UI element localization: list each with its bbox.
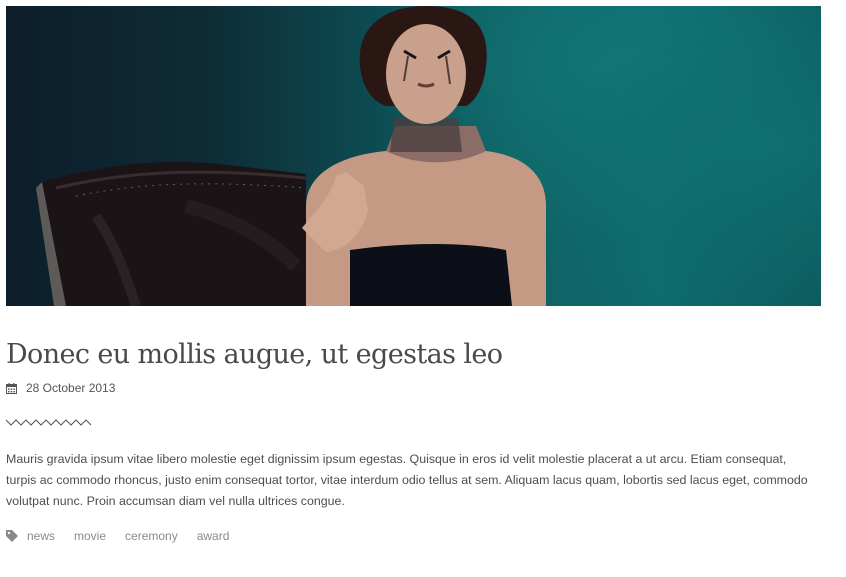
post-meta: 28 October 2013 <box>6 380 821 396</box>
blog-post: Donec eu mollis augue, ut egestas leo 28… <box>6 6 821 543</box>
zigzag-divider <box>6 419 92 426</box>
post-date: 28 October 2013 <box>26 381 116 395</box>
tag-movie[interactable]: movie <box>74 529 106 543</box>
tag-icon <box>6 530 18 542</box>
post-tags: news movie ceremony award <box>6 529 821 543</box>
tag-news[interactable]: news <box>27 529 55 543</box>
featured-photo-art <box>36 6 546 306</box>
calendar-icon <box>6 382 17 394</box>
tag-ceremony[interactable]: ceremony <box>125 529 178 543</box>
tag-award[interactable]: award <box>197 529 230 543</box>
post-excerpt: Mauris gravida ipsum vitae libero molest… <box>6 452 808 508</box>
featured-image[interactable] <box>6 6 821 306</box>
post-title[interactable]: Donec eu mollis augue, ut egestas leo <box>6 338 821 372</box>
